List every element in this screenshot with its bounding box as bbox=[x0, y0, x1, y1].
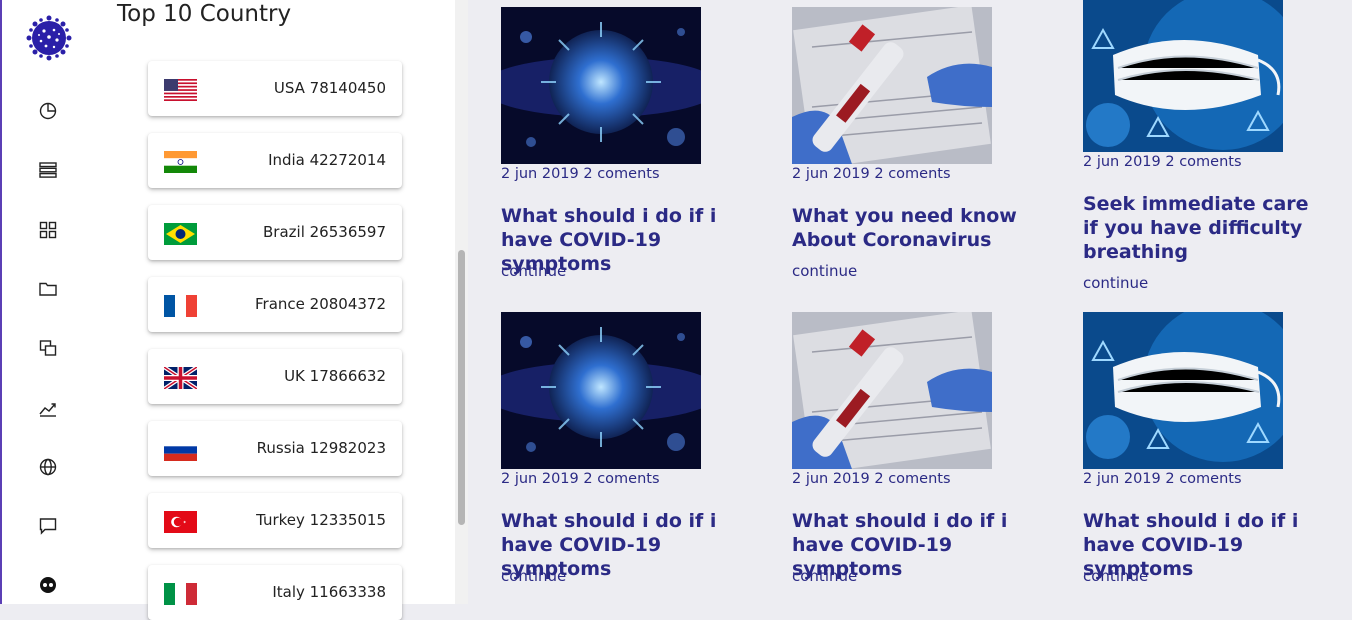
pie-chart-icon[interactable] bbox=[36, 99, 60, 123]
copy-icon[interactable] bbox=[36, 336, 60, 360]
country-label: Brazil 26536597 bbox=[263, 223, 386, 241]
country-card-uk[interactable]: UK 17866632 bbox=[148, 349, 402, 404]
continue-link[interactable]: continue bbox=[501, 262, 566, 280]
country-card-brazil[interactable]: Brazil 26536597 bbox=[148, 205, 402, 260]
italy-flag-icon bbox=[164, 583, 197, 605]
country-card-india[interactable]: India 42272014 bbox=[148, 133, 402, 188]
continue-link[interactable]: continue bbox=[792, 262, 857, 280]
article-meta: 2 jun 2019 2 coments bbox=[501, 166, 660, 182]
top-countries-panel: Top 10 Country USA 78140450 India 422720… bbox=[93, 0, 455, 620]
mask-image[interactable] bbox=[1083, 0, 1283, 152]
test-tube-image[interactable] bbox=[792, 312, 992, 469]
continue-link[interactable]: continue bbox=[501, 567, 566, 585]
virus-logo-icon[interactable] bbox=[26, 15, 72, 61]
france-flag-icon bbox=[164, 295, 197, 317]
article-meta: 2 jun 2019 2 coments bbox=[792, 471, 951, 487]
sidebar bbox=[0, 0, 93, 604]
article-title[interactable]: What you need know About Coronavirus bbox=[792, 204, 1032, 252]
country-card-turkey[interactable]: Turkey 12335015 bbox=[148, 493, 402, 548]
virus-image[interactable] bbox=[501, 312, 701, 469]
country-list-scrollbar[interactable] bbox=[455, 0, 468, 604]
uk-flag-icon bbox=[162, 365, 199, 391]
grid-icon[interactable] bbox=[36, 218, 60, 242]
panel-title: Top 10 Country bbox=[117, 1, 292, 27]
article-meta: 2 jun 2019 2 coments bbox=[501, 471, 660, 487]
article-meta: 2 jun 2019 2 coments bbox=[1083, 154, 1242, 170]
country-label: Russia 12982023 bbox=[256, 439, 386, 457]
trend-chart-icon[interactable] bbox=[36, 396, 60, 420]
article-title[interactable]: Seek immediate care if you have difficul… bbox=[1083, 192, 1323, 264]
folder-icon[interactable] bbox=[36, 277, 60, 301]
country-label: USA 78140450 bbox=[273, 79, 386, 97]
article-meta: 2 jun 2019 2 coments bbox=[1083, 471, 1242, 487]
scrollbar-thumb[interactable] bbox=[458, 250, 465, 525]
list-icon[interactable] bbox=[36, 158, 60, 182]
country-label: UK 17866632 bbox=[284, 367, 386, 385]
us-flag-icon bbox=[164, 79, 197, 101]
virus-image[interactable] bbox=[501, 7, 701, 164]
chat-icon[interactable] bbox=[36, 514, 60, 538]
country-label: India 42272014 bbox=[268, 151, 386, 169]
turkey-flag-icon bbox=[164, 511, 197, 533]
brazil-flag-icon bbox=[164, 223, 197, 245]
country-label: Italy 11663338 bbox=[272, 583, 386, 601]
continue-link[interactable]: continue bbox=[1083, 567, 1148, 585]
country-label: Turkey 12335015 bbox=[256, 511, 386, 529]
country-card-france[interactable]: France 20804372 bbox=[148, 277, 402, 332]
country-card-russia[interactable]: Russia 12982023 bbox=[148, 421, 402, 476]
articles-grid: 2 jun 2019 2 coments What should i do if… bbox=[468, 0, 1352, 604]
india-flag-icon bbox=[164, 151, 197, 173]
country-label: France 20804372 bbox=[255, 295, 386, 313]
continue-link[interactable]: continue bbox=[792, 567, 857, 585]
globe-icon[interactable] bbox=[36, 455, 60, 479]
continue-link[interactable]: continue bbox=[1083, 274, 1148, 292]
russia-flag-icon bbox=[164, 439, 197, 461]
user-circle-icon[interactable] bbox=[36, 573, 60, 597]
country-card-italy[interactable]: Italy 11663338 bbox=[148, 565, 402, 620]
country-card-usa[interactable]: USA 78140450 bbox=[148, 61, 402, 116]
article-meta: 2 jun 2019 2 coments bbox=[792, 166, 951, 182]
test-tube-image[interactable] bbox=[792, 7, 992, 164]
mask-image[interactable] bbox=[1083, 312, 1283, 469]
